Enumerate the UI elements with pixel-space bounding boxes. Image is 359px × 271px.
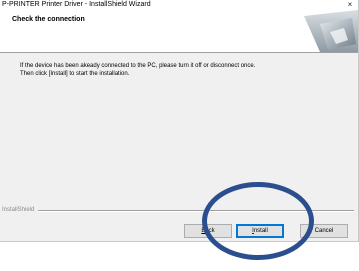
close-icon[interactable]: × [345,0,355,10]
page-title: Check the connection [12,16,85,23]
install-label-rest: nstall [253,228,268,234]
cancel-button[interactable]: Cancel [300,224,348,238]
install-button[interactable]: Install [236,224,284,238]
instruction-line-2: Then click [Install] to start the instal… [20,71,130,77]
monitor-corner-icon [304,10,358,52]
instruction-line-1: If the device has been akeady connected … [20,63,256,69]
footer-divider [38,210,354,212]
installer-window: P-PRINTER Printer Driver - InstallShield… [0,0,359,242]
window-title: P-PRINTER Printer Driver - InstallShield… [2,1,151,8]
title-bar: P-PRINTER Printer Driver - InstallShield… [0,0,358,10]
back-button[interactable]: Back [184,224,232,238]
back-label-rest: ack [205,228,215,234]
wizard-header: Check the connection [0,10,358,53]
installshield-brand: InstallShield [2,207,35,213]
instruction-text: If the device has been akeady connected … [20,62,340,78]
